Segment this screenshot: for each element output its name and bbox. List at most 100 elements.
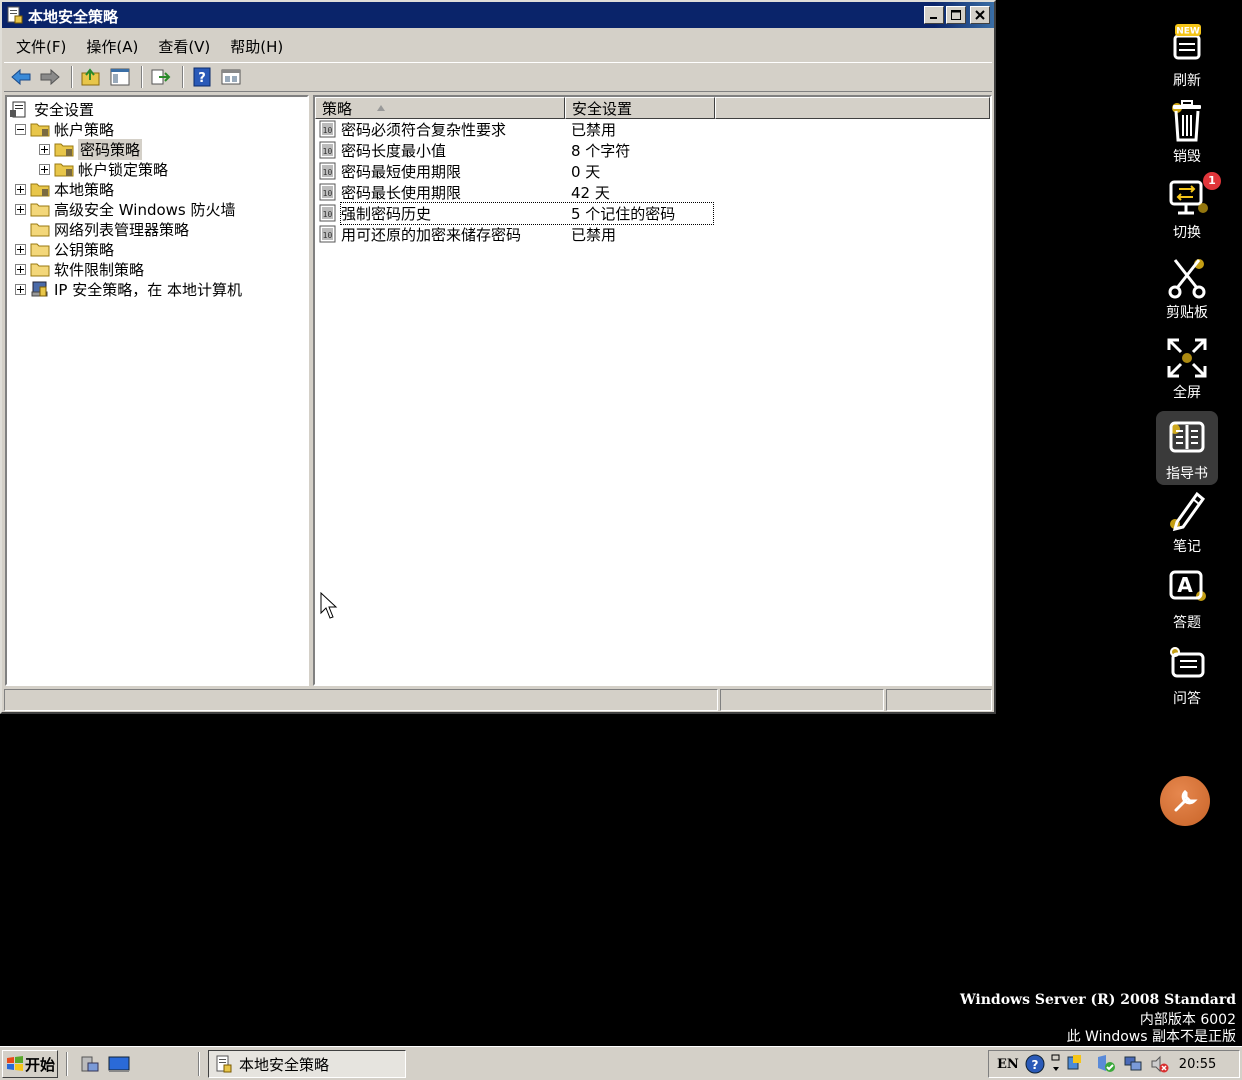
menu-view[interactable]: 查看(V)	[150, 36, 218, 57]
tree-item-account-lockout-policy[interactable]: 帐户锁定策略	[39, 159, 168, 179]
security-settings-icon	[10, 101, 26, 118]
help-icon[interactable]: ?	[189, 65, 215, 89]
side-qa-button[interactable]: 问答	[1156, 640, 1218, 712]
side-answer-button[interactable]: A 答题	[1156, 564, 1218, 632]
list-row[interactable]: 10 密码最短使用期限 0 天	[319, 161, 709, 181]
toolbar-separator	[141, 66, 143, 88]
wrench-icon	[1174, 789, 1198, 812]
ip-security-icon	[31, 281, 48, 297]
ime-icon[interactable]	[1067, 1054, 1089, 1074]
tree-item-account-policies[interactable]: 帐户策略	[15, 119, 114, 139]
expand-icon[interactable]	[15, 243, 26, 255]
back-arrow-icon[interactable]	[8, 65, 34, 89]
policy-name: 密码最长使用期限	[341, 183, 462, 202]
collapse-icon[interactable]	[15, 123, 26, 135]
volume-muted-icon[interactable]	[1149, 1054, 1169, 1074]
svg-text:NEW: NEW	[1176, 27, 1200, 37]
close-icon[interactable]	[970, 6, 990, 24]
menu-action[interactable]: 操作(A)	[78, 36, 146, 57]
policy-app-icon	[7, 6, 23, 24]
minimize-icon[interactable]	[924, 6, 944, 24]
menu-file[interactable]: 文件(F)	[8, 36, 74, 57]
svg-text:?: ?	[1031, 1058, 1038, 1072]
list-row[interactable]: 10 密码最长使用期限 42 天	[319, 182, 709, 202]
tree-item-ip-security[interactable]: IP 安全策略，在 本地计算机	[15, 279, 242, 299]
side-refresh-button[interactable]: NEW 刷新	[1156, 22, 1218, 90]
tree-item-password-policy[interactable]: 密码策略	[39, 138, 143, 160]
expand-icon[interactable]	[15, 263, 26, 275]
tree-item-local-policies[interactable]: 本地策略	[15, 179, 114, 199]
tree-item-software-restriction[interactable]: 软件限制策略	[15, 259, 144, 279]
list-header: 策略 安全设置	[315, 97, 990, 119]
policy-folder-icon	[30, 183, 50, 197]
taskbar-task-local-security-policy[interactable]: 本地安全策略	[208, 1050, 406, 1078]
tray-options-icon[interactable]	[1051, 1053, 1061, 1075]
security-status-icon[interactable]	[1095, 1054, 1117, 1074]
wrench-tool-button[interactable]	[1160, 776, 1210, 826]
side-label: 指导书	[1166, 466, 1208, 482]
tree-item-network-list[interactable]: 网络列表管理器策略	[15, 219, 189, 239]
side-fullscreen-button[interactable]: 全屏	[1156, 334, 1218, 404]
expand-icon[interactable]	[15, 203, 26, 215]
tree-item-firewall[interactable]: 高级安全 Windows 防火墙	[15, 199, 236, 219]
column-label: 安全设置	[572, 99, 633, 118]
svg-text:10: 10	[323, 126, 333, 135]
folder-icon	[30, 243, 50, 257]
side-guidebook-button[interactable]: 指导书	[1156, 411, 1218, 485]
policy-folder-icon	[30, 123, 50, 137]
clock[interactable]: 20:55	[1179, 1057, 1216, 1072]
policy-folder-icon	[54, 143, 74, 157]
show-desktop-icon[interactable]	[108, 1055, 130, 1077]
title-bar[interactable]: 本地安全策略	[2, 2, 994, 28]
policy-item-icon: 10	[319, 120, 336, 138]
policy-setting: 8 个字符	[571, 141, 631, 160]
maximize-icon[interactable]	[946, 6, 966, 24]
status-cell	[720, 689, 884, 711]
os-edition-text: Windows Server (R) 2008 Standard	[959, 992, 1236, 1008]
scissors-icon	[1163, 254, 1211, 302]
language-indicator[interactable]: EN	[997, 1057, 1019, 1072]
side-destroy-button[interactable]: 销毁	[1156, 98, 1218, 166]
forward-arrow-icon[interactable]	[37, 65, 63, 89]
policy-name: 密码最短使用期限	[341, 162, 462, 181]
tree-panel: 安全设置 帐户策略 密码策略 帐户锁定策略 本地策略 高级安全 Windows …	[5, 95, 309, 686]
tree-item-label: 公钥策略	[54, 240, 115, 259]
side-notes-button[interactable]: 笔记	[1156, 488, 1218, 556]
genuine-warning-text: 此 Windows 副本不是正版	[1066, 1029, 1236, 1045]
side-label: 全屏	[1173, 385, 1201, 401]
column-header-empty	[715, 97, 990, 119]
column-header-policy[interactable]: 策略	[315, 97, 565, 119]
qa-icon	[1163, 640, 1211, 688]
properties-view-icon[interactable]	[218, 65, 244, 89]
tree-item-public-key[interactable]: 公钥策略	[15, 239, 114, 259]
list-row[interactable]: 10 密码必须符合复杂性要求 已禁用	[319, 119, 709, 139]
list-row[interactable]: 10 用可还原的加密来储存密码 已禁用	[319, 224, 709, 244]
menu-help[interactable]: 帮助(H)	[222, 36, 291, 57]
expand-icon[interactable]	[15, 183, 26, 195]
side-label: 问答	[1173, 691, 1201, 707]
up-folder-icon[interactable]	[78, 65, 104, 89]
policy-item-icon: 10	[319, 141, 336, 159]
export-list-icon[interactable]	[148, 65, 174, 89]
local-security-policy-window: 本地安全策略 文件(F) 操作(A) 查看(V) 帮助(H) ? 安全设置 帐户…	[0, 0, 996, 714]
list-row-focused[interactable]: 10 强制密码历史 5 个记住的密码	[319, 201, 714, 225]
mouse-pointer-icon	[320, 592, 338, 619]
policy-item-icon: 10	[319, 225, 336, 243]
tree-root[interactable]: 安全设置	[10, 99, 94, 119]
expand-icon[interactable]	[39, 163, 50, 175]
side-clipboard-button[interactable]: 剪贴板	[1156, 254, 1218, 324]
server-manager-icon[interactable]	[80, 1055, 100, 1077]
expand-icon[interactable]	[39, 143, 50, 155]
new-refresh-icon: NEW	[1163, 22, 1211, 70]
side-switch-button[interactable]: 1 切换	[1156, 172, 1221, 242]
show-hide-tree-icon[interactable]	[107, 65, 133, 89]
start-button[interactable]: 开始	[2, 1050, 58, 1078]
network-icon[interactable]	[1123, 1054, 1143, 1074]
column-header-setting[interactable]: 安全设置	[565, 97, 715, 119]
notification-badge: 1	[1203, 172, 1221, 190]
expand-icon[interactable]	[15, 283, 26, 295]
list-row[interactable]: 10 密码长度最小值 8 个字符	[319, 140, 709, 160]
help-circle-icon[interactable]: ?	[1025, 1054, 1045, 1074]
svg-text:A: A	[1177, 573, 1193, 597]
folder-icon	[30, 223, 50, 237]
